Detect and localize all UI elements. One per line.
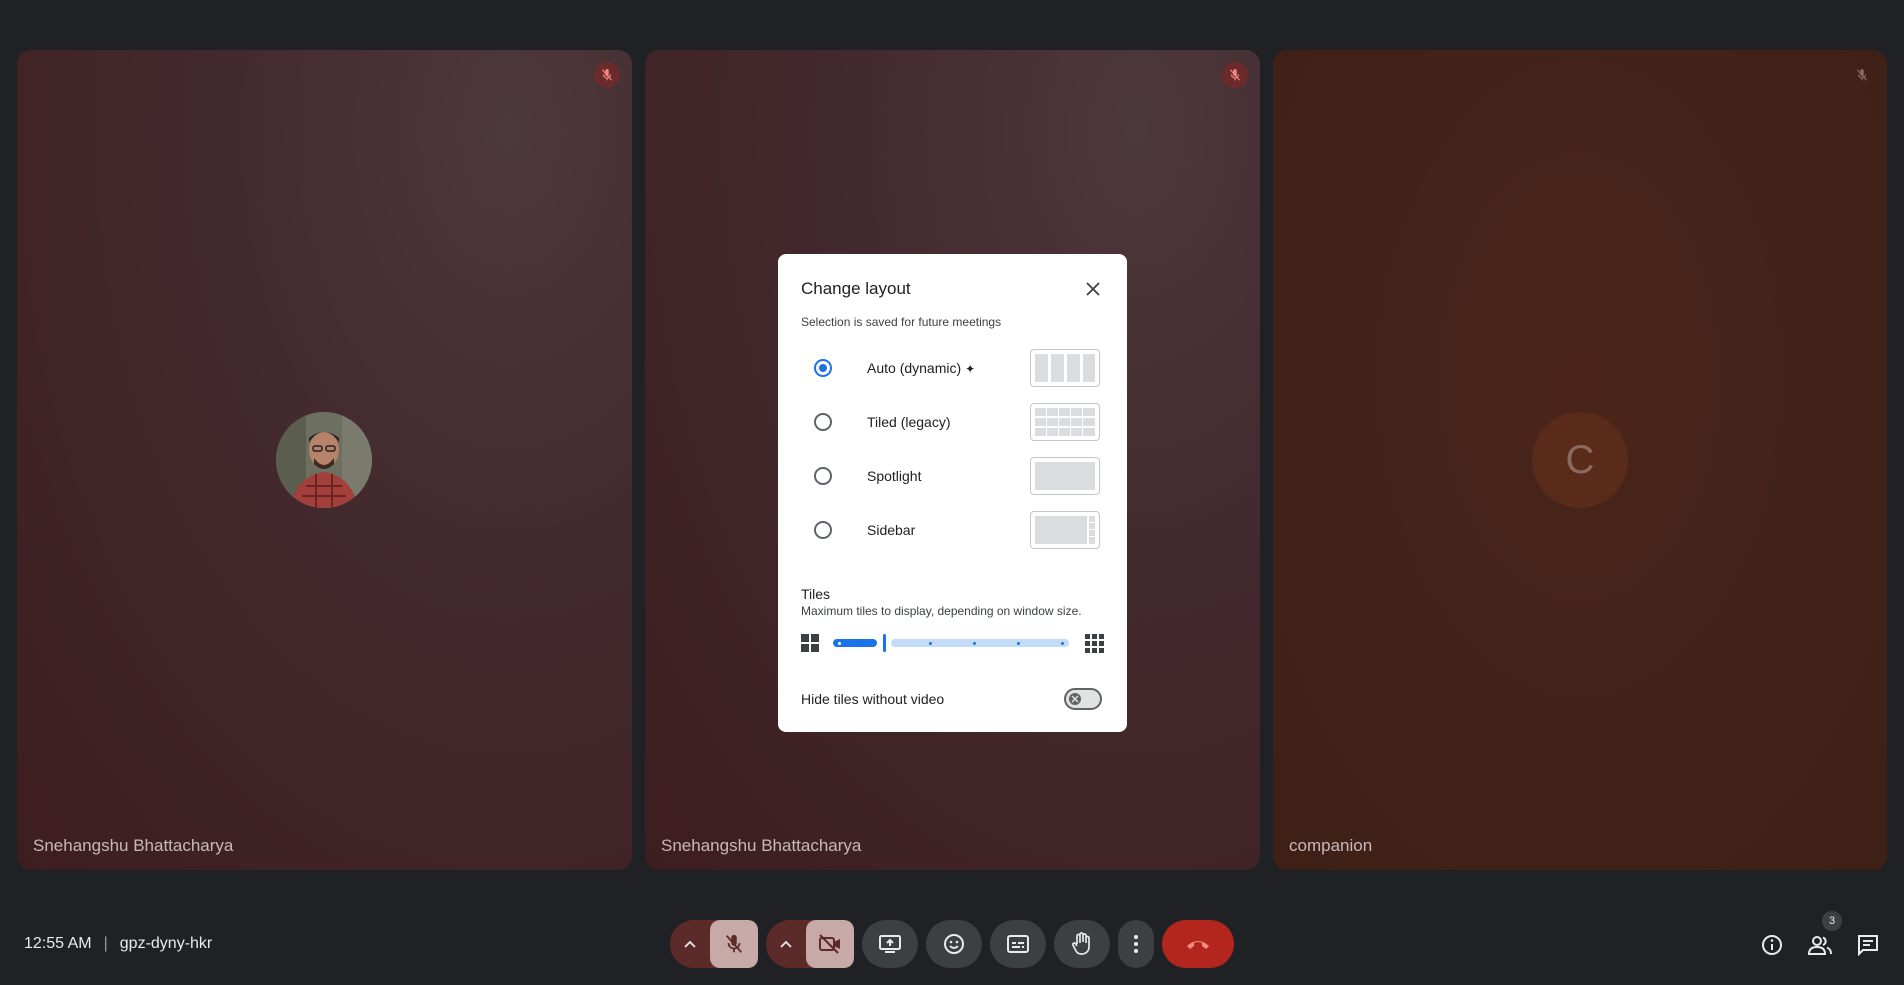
microphone-button[interactable] xyxy=(710,920,758,968)
audio-control-group xyxy=(670,920,758,968)
mic-off-icon xyxy=(725,934,743,953)
layout-option-sidebar[interactable]: Sidebar xyxy=(814,511,1104,551)
captions-icon xyxy=(1007,935,1029,953)
audio-options-button[interactable] xyxy=(670,920,710,968)
participant-tile-1[interactable]: Snehangshu Bhattacharya xyxy=(17,50,632,870)
meeting-time: 12:55 AM xyxy=(24,935,92,952)
reactions-button[interactable] xyxy=(926,920,982,968)
tiles-heading: Tiles xyxy=(801,586,831,602)
meeting-details-button[interactable] xyxy=(1759,932,1785,958)
more-vert-icon xyxy=(1134,935,1138,953)
slider-tick xyxy=(838,642,841,645)
leave-call-button[interactable] xyxy=(1162,920,1234,968)
layout-option-tiled[interactable]: Tiled (legacy) xyxy=(814,403,1104,443)
slider-tick xyxy=(973,642,976,645)
radio-button[interactable] xyxy=(814,467,832,485)
emoji-icon xyxy=(944,934,964,954)
radio-button[interactable] xyxy=(814,359,832,377)
more-options-button[interactable] xyxy=(1118,920,1154,968)
info-icon xyxy=(1762,935,1782,955)
mic-off-icon xyxy=(1222,62,1248,88)
slider-track xyxy=(891,639,1069,647)
option-label: Auto (dynamic) xyxy=(867,360,962,376)
radio-button[interactable] xyxy=(814,413,832,431)
slider-thumb[interactable] xyxy=(883,634,886,652)
present-screen-icon xyxy=(879,935,901,953)
tiles-slider[interactable] xyxy=(801,632,1104,654)
participant-name: Snehangshu Bhattacharya xyxy=(33,836,234,855)
end-call-icon xyxy=(1187,941,1209,949)
people-icon xyxy=(1807,936,1832,955)
slider-tick xyxy=(1061,642,1064,645)
hide-tiles-label: Hide tiles without video xyxy=(801,691,945,707)
avatar: C xyxy=(1532,412,1628,508)
grid-small-icon xyxy=(801,634,819,652)
close-icon[interactable] xyxy=(1080,276,1106,302)
participant-tile-3[interactable]: C companion xyxy=(1273,50,1887,870)
chevron-up-icon xyxy=(684,940,696,948)
hide-tiles-toggle[interactable] xyxy=(1064,688,1102,710)
meeting-code: gpz-dyny-hkr xyxy=(119,935,213,952)
layout-preview-tiled xyxy=(1030,403,1100,441)
video-control-group xyxy=(766,920,854,968)
hand-icon xyxy=(1072,932,1090,955)
grid-large-icon xyxy=(1085,634,1104,653)
change-layout-dialog: Change layout Selection is saved for fut… xyxy=(778,254,1127,732)
camera-button[interactable] xyxy=(806,920,854,968)
tiles-description: Maximum tiles to display, depending on w… xyxy=(801,604,1082,618)
present-button[interactable] xyxy=(862,920,918,968)
chevron-up-icon xyxy=(780,940,792,948)
participant-name: Snehangshu Bhattacharya xyxy=(661,836,862,855)
separator: | xyxy=(103,935,108,952)
layout-preview-auto xyxy=(1030,349,1100,387)
people-count-badge: 3 xyxy=(1822,911,1842,931)
avatar xyxy=(276,412,372,508)
layout-preview-spotlight xyxy=(1030,457,1100,495)
option-label: Sidebar xyxy=(867,522,916,538)
close-icon xyxy=(1069,693,1081,705)
mic-off-icon xyxy=(594,62,620,88)
meeting-info: 12:55 AM | gpz-dyny-hkr xyxy=(24,935,212,953)
dialog-subtitle: Selection is saved for future meetings xyxy=(801,315,1002,329)
sparkle-icon: ✦ xyxy=(965,362,976,376)
radio-button[interactable] xyxy=(814,521,832,539)
captions-button[interactable] xyxy=(990,920,1046,968)
camera-off-icon xyxy=(819,934,840,954)
raise-hand-button[interactable] xyxy=(1054,920,1110,968)
video-options-button[interactable] xyxy=(766,920,806,968)
participant-name: companion xyxy=(1289,836,1373,855)
layout-option-auto[interactable]: Auto (dynamic) ✦ xyxy=(814,349,1104,389)
layout-preview-sidebar xyxy=(1030,511,1100,549)
people-button[interactable] xyxy=(1807,932,1833,958)
option-label: Tiled (legacy) xyxy=(867,414,951,430)
slider-tick xyxy=(1017,642,1020,645)
layout-option-spotlight[interactable]: Spotlight xyxy=(814,457,1104,497)
slider-tick xyxy=(929,642,932,645)
chat-icon xyxy=(1858,935,1878,956)
dialog-title: Change layout xyxy=(801,279,911,298)
chat-button[interactable] xyxy=(1855,932,1881,958)
mic-off-icon xyxy=(1849,62,1875,88)
option-label: Spotlight xyxy=(867,468,922,484)
